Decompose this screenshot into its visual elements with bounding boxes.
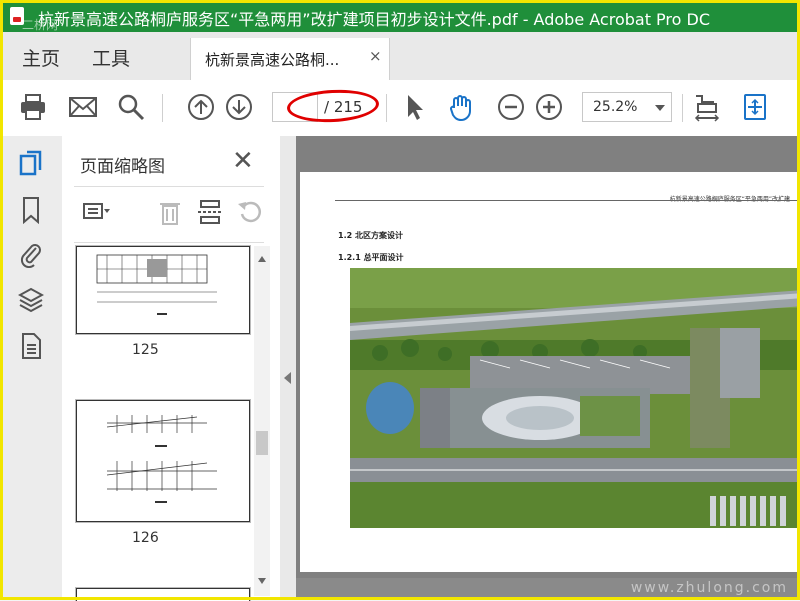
screenshot-highlight-border bbox=[0, 0, 800, 600]
